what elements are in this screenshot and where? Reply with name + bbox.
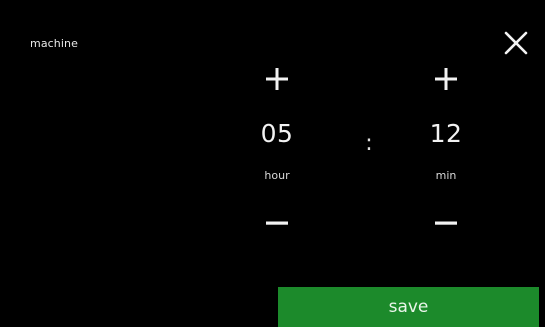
minute-decrement-button[interactable] <box>426 203 466 243</box>
time-separator: : <box>365 131 373 156</box>
minus-icon <box>266 221 288 225</box>
plus-icon <box>435 68 457 90</box>
hour-increment-button[interactable] <box>257 59 297 99</box>
hour-unit-label: hour <box>264 169 290 182</box>
minute-increment-button[interactable] <box>426 59 466 99</box>
hour-decrement-button[interactable] <box>257 203 297 243</box>
hour-value: 05 <box>260 119 294 148</box>
plus-icon <box>266 68 288 90</box>
save-button[interactable]: save <box>278 287 539 327</box>
minute-value: 12 <box>429 119 463 148</box>
minus-icon <box>435 221 457 225</box>
time-setting-screen: machine 05 hour : 12 min save <box>6 7 539 327</box>
minute-unit-label: min <box>435 169 457 182</box>
close-button[interactable] <box>500 27 532 59</box>
screen-title: machine <box>30 37 78 50</box>
close-icon <box>504 31 528 55</box>
